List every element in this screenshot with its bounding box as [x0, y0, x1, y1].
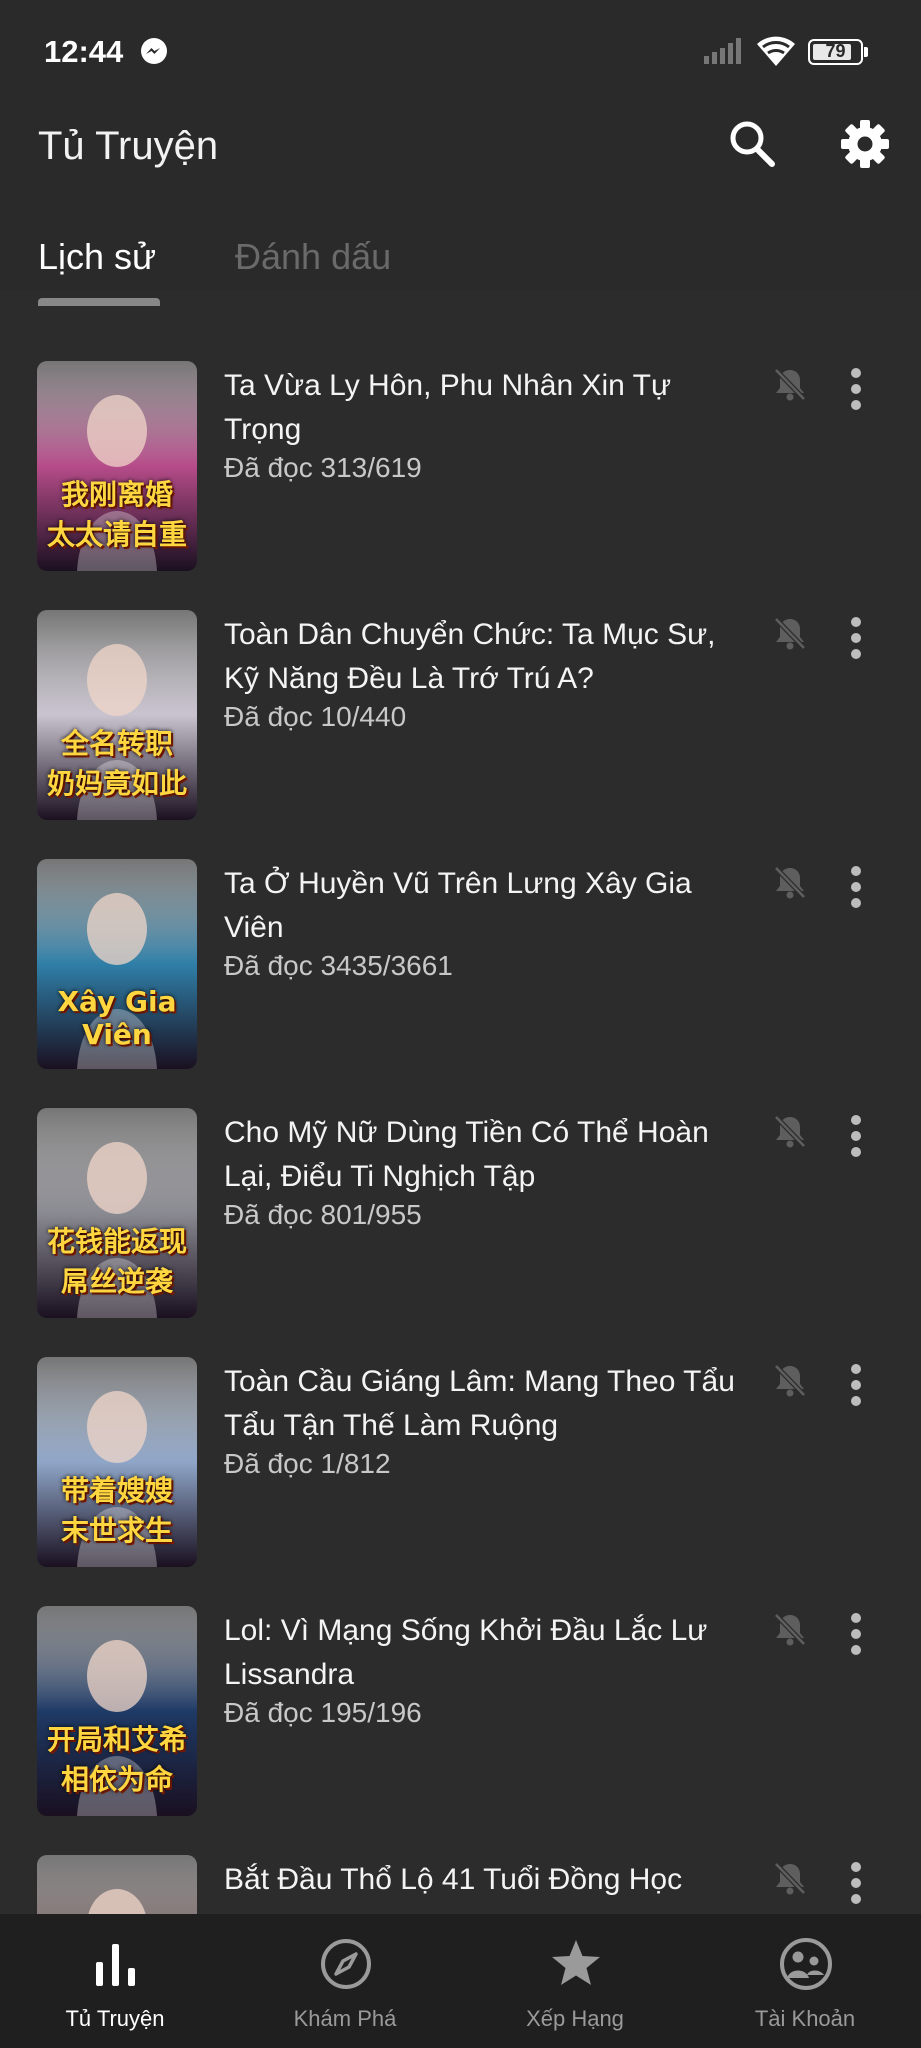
read-progress: Đã đọc 1/812: [224, 1448, 391, 1479]
nav-item-account[interactable]: Tài Khoản: [690, 1914, 920, 2048]
page-title: Tủ Truyện: [38, 124, 219, 168]
list-item[interactable]: Xây Gia Viên Ta Ở Huyền Vũ Trên Lưng Xây…: [0, 804, 921, 1069]
battery-level: 79: [825, 41, 846, 61]
read-progress: Đã đọc 10/440: [224, 701, 407, 732]
nav-label: Tài Khoản: [754, 2006, 856, 2031]
nav-item-library[interactable]: Tủ Truyện: [0, 1914, 230, 2048]
cover-title-art: Xây Gia Viên: [57, 985, 177, 1051]
notifications-off-icon[interactable]: [773, 366, 807, 402]
status-bar: 12:44 79: [0, 0, 921, 100]
more-vert-icon[interactable]: [840, 1860, 872, 1906]
list-item[interactable]: 开局和艾希 相依为命 Lol: Vì Mạng Sống Khởi Đầu Lắ…: [0, 1551, 921, 1816]
more-vert-icon[interactable]: [840, 1611, 872, 1657]
notifications-off-icon[interactable]: [773, 864, 807, 900]
notifications-off-icon[interactable]: [773, 1113, 807, 1149]
list-item[interactable]: 带着嫂嫂 末世求生 Toàn Cầu Giáng Lâm: Mang Theo …: [0, 1302, 921, 1567]
story-title: Lol: Vì Mạng Sống Khởi Đầu Lắc Lư Lissan…: [224, 1614, 708, 1691]
story-title: Toàn Cầu Giáng Lâm: Mang Theo Tẩu Tẩu Tậ…: [224, 1365, 735, 1442]
account-icon: [780, 1938, 832, 1990]
status-time: 12:44: [44, 34, 124, 69]
list-item[interactable]: 我刚离婚 太太请自重 Ta Vừa Ly Hôn, Phu Nhân Xin T…: [0, 306, 921, 571]
read-progress: Đã đọc 195/196: [224, 1697, 422, 1728]
book-cover: 全名转职 奶妈竟如此: [37, 610, 197, 820]
bottom-navigation: Tủ Truyện Khám Phá Xếp Hạng Tài Khoản: [0, 1914, 921, 2048]
nav-label: Khám Phá: [293, 2006, 397, 2031]
book-cover: 我刚离婚 太太请自重: [37, 361, 197, 571]
notifications-off-icon[interactable]: [773, 1611, 807, 1647]
story-title: Ta Ở Huyền Vũ Trên Lưng Xây Gia Viên: [224, 867, 692, 944]
cover-title-art: 花钱能返现 屌丝逆袭: [46, 1225, 187, 1298]
tab-indicator: [38, 298, 160, 306]
star-icon: [552, 1940, 600, 1985]
nav-item-ranking[interactable]: Xếp Hạng: [460, 1914, 690, 2048]
read-progress: Đã đọc 801/955: [224, 1199, 422, 1230]
wifi-icon: [757, 36, 795, 66]
cover-title-art: 全名转职 奶妈竟如此: [46, 727, 187, 800]
story-title: Cho Mỹ Nữ Dùng Tiền Có Thể Hoàn Lại, Điể…: [224, 1116, 709, 1193]
signal-icon: [704, 38, 741, 64]
book-cover: 带着嫂嫂 末世求生: [37, 1357, 197, 1567]
read-progress: Đã đọc 3435/3661: [224, 950, 453, 981]
book-cover: Xây Gia Viên: [37, 859, 197, 1069]
story-title: Toàn Dân Chuyển Chức: Ta Mục Sư, Kỹ Năng…: [224, 618, 716, 695]
compass-icon: [321, 1939, 371, 1989]
book-cover: 开局和艾希 相依为命: [37, 1606, 197, 1816]
more-vert-icon[interactable]: [840, 366, 872, 412]
search-icon[interactable]: [726, 116, 778, 172]
messenger-icon: [141, 38, 167, 64]
nav-label: Tủ Truyện: [65, 2006, 165, 2031]
cover-title-art: 开局和艾希 相依为命: [46, 1723, 187, 1796]
more-vert-icon[interactable]: [840, 864, 872, 910]
book-cover: 花钱能返现 屌丝逆袭: [37, 1108, 197, 1318]
cover-title-art: 我刚离婚 太太请自重: [46, 478, 187, 551]
notifications-off-icon[interactable]: [773, 1362, 807, 1398]
story-title: Bắt Đầu Thổ Lộ 41 Tuổi Đồng Học: [224, 1863, 683, 1896]
history-list[interactable]: 我刚离婚 太太请自重 Ta Vừa Ly Hôn, Phu Nhân Xin T…: [0, 306, 921, 1914]
list-item[interactable]: 花钱能返现 屌丝逆袭 Cho Mỹ Nữ Dùng Tiền Có Thể Ho…: [0, 1053, 921, 1318]
gear-icon[interactable]: [838, 116, 892, 172]
book-cover: [37, 1855, 197, 1914]
tab-bookmarks[interactable]: Đánh dấu: [235, 236, 391, 278]
battery-icon: 79: [808, 39, 868, 65]
cover-title-art: 带着嫂嫂 末世求生: [60, 1474, 173, 1547]
notifications-off-icon[interactable]: [773, 615, 807, 651]
app-bar: Tủ Truyện Lịch sử Đánh dấu: [0, 100, 921, 306]
more-vert-icon[interactable]: [840, 615, 872, 661]
nav-label: Xếp Hạng: [526, 2006, 624, 2031]
story-title: Ta Vừa Ly Hôn, Phu Nhân Xin Tự Trọng: [224, 369, 672, 446]
bar-chart-icon: [96, 1944, 135, 1986]
read-progress: Đã đọc 313/619: [224, 452, 422, 483]
more-vert-icon[interactable]: [840, 1362, 872, 1408]
list-item[interactable]: Bắt Đầu Thổ Lộ 41 Tuổi Đồng Học: [0, 1800, 921, 1914]
notifications-off-icon[interactable]: [773, 1860, 807, 1896]
tab-history[interactable]: Lịch sử: [38, 236, 156, 278]
list-item[interactable]: 全名转职 奶妈竟如此 Toàn Dân Chuyển Chức: Ta Mục …: [0, 555, 921, 820]
more-vert-icon[interactable]: [840, 1113, 872, 1159]
nav-item-discover[interactable]: Khám Phá: [230, 1914, 460, 2048]
